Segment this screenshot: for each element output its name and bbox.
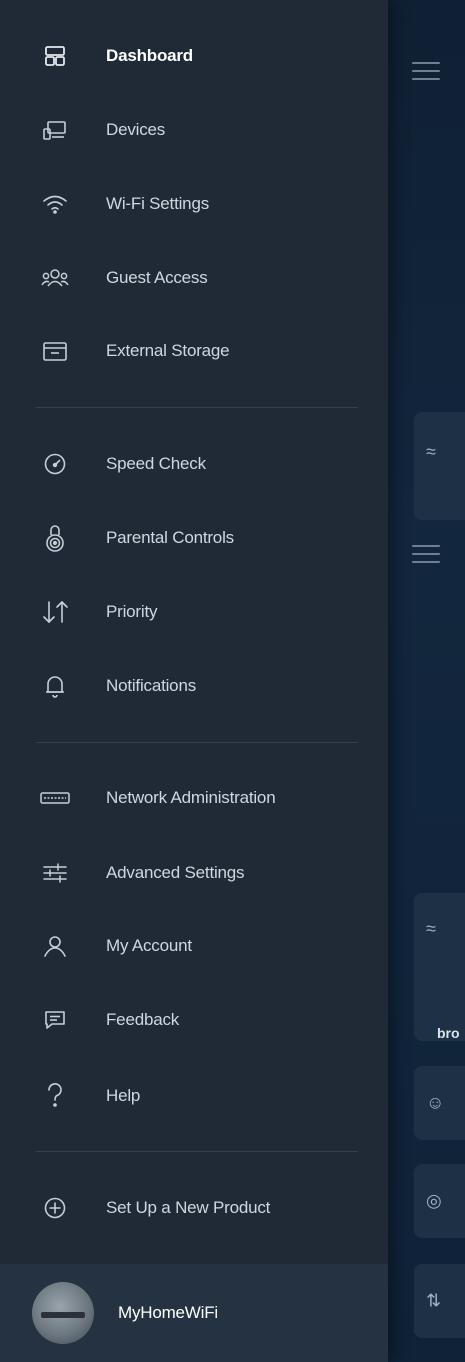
- network-name: MyHomeWiFi: [118, 1303, 218, 1322]
- nav-item-speed-check[interactable]: Speed Check: [0, 436, 388, 492]
- nav-item-label: External Storage: [106, 341, 230, 360]
- nav-item-label: Devices: [106, 120, 166, 139]
- nav-item-label: Notifications: [106, 676, 196, 695]
- person-icon: [40, 931, 70, 961]
- guest-access-icon: [40, 263, 70, 293]
- nav-item-label: Parental Controls: [106, 528, 234, 547]
- background-label: bro: [437, 1025, 460, 1041]
- nav-item-external-storage[interactable]: External Storage: [0, 323, 388, 379]
- menu-icon[interactable]: [412, 545, 440, 563]
- nav-item-advanced-settings[interactable]: Advanced Settings: [0, 845, 388, 901]
- nav-item-label: Wi-Fi Settings: [106, 194, 209, 213]
- network-profile[interactable]: MyHomeWiFi: [0, 1264, 388, 1362]
- nav-item-label: Set Up a New Product: [106, 1198, 271, 1217]
- divider: [36, 407, 358, 408]
- divider: [36, 1151, 358, 1152]
- nav-item-label: Network Administration: [106, 788, 276, 807]
- priority-arrows-icon: [40, 597, 70, 627]
- background-card[interactable]: ≈: [414, 412, 465, 520]
- plus-circle-icon: [40, 1193, 70, 1223]
- nav-item-devices[interactable]: Devices: [0, 102, 388, 158]
- wifi-icon: ≈: [426, 441, 436, 462]
- wifi-icon: ≈: [426, 918, 436, 939]
- nav-item-set-up-new-product[interactable]: Set Up a New Product: [0, 1180, 388, 1236]
- parental-lock-icon: [40, 523, 70, 553]
- nav-item-priority[interactable]: Priority: [0, 584, 388, 640]
- avatar: [32, 1282, 94, 1344]
- menu-icon[interactable]: [412, 62, 440, 80]
- guest-access-icon: ☺: [426, 1092, 445, 1113]
- nav-item-help[interactable]: Help: [0, 1068, 388, 1124]
- background-card[interactable]: ◎: [414, 1164, 465, 1238]
- nav-item-feedback[interactable]: Feedback: [0, 992, 388, 1048]
- nav-item-notifications[interactable]: Notifications: [0, 658, 388, 714]
- speedometer-icon: [40, 449, 70, 479]
- nav-item-parental-controls[interactable]: Parental Controls: [0, 510, 388, 566]
- nav-item-label: Dashboard: [106, 46, 193, 65]
- nav-item-label: Priority: [106, 602, 158, 621]
- priority-arrows-icon: ⇅: [426, 1290, 442, 1311]
- question-mark-icon: [40, 1081, 70, 1111]
- keyboard-icon: [40, 783, 70, 813]
- nav-item-label: Help: [106, 1086, 141, 1105]
- external-storage-icon: [40, 336, 70, 366]
- devices-icon: [40, 115, 70, 145]
- nav-item-network-administration[interactable]: Network Administration: [0, 770, 388, 826]
- nav-item-my-account[interactable]: My Account: [0, 918, 388, 974]
- divider: [36, 742, 358, 743]
- background-card[interactable]: ☺: [414, 1066, 465, 1140]
- nav-item-wifi-settings[interactable]: Wi-Fi Settings: [0, 176, 388, 232]
- bell-icon: [40, 671, 70, 701]
- nav-item-guest-access[interactable]: Guest Access: [0, 250, 388, 306]
- nav-item-dashboard[interactable]: Dashboard: [0, 28, 388, 84]
- background-card[interactable]: ≈: [414, 893, 465, 1041]
- chat-bubble-icon: [40, 1005, 70, 1035]
- nav-item-label: Feedback: [106, 1010, 180, 1029]
- navigation-drawer: Dashboard Devices Wi-Fi Settings Guest A…: [0, 0, 388, 1362]
- nav-item-label: Speed Check: [106, 454, 206, 473]
- dashboard-icon: [40, 41, 70, 71]
- wifi-icon: [40, 189, 70, 219]
- sliders-icon: [40, 858, 70, 888]
- nav-item-label: My Account: [106, 936, 192, 955]
- nav-item-label: Advanced Settings: [106, 863, 245, 882]
- nav-item-label: Guest Access: [106, 268, 208, 287]
- parental-lock-icon: ◎: [426, 1190, 442, 1211]
- background-card[interactable]: ⇅: [414, 1264, 465, 1338]
